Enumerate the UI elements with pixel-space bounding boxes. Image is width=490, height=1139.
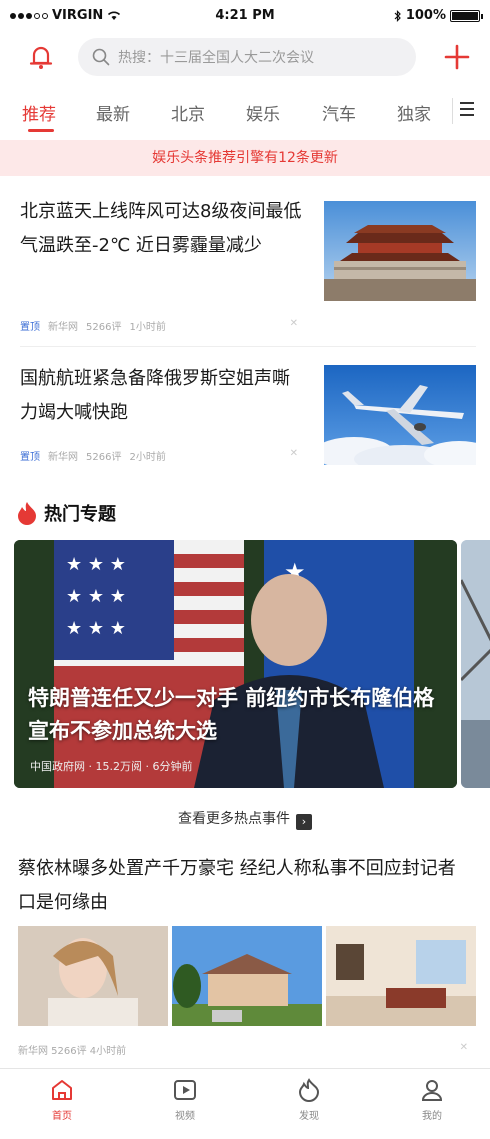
nav-discover[interactable]: 发现 bbox=[279, 1077, 339, 1122]
hot-topics-header: 热门专题 bbox=[16, 500, 116, 526]
news-photo bbox=[18, 926, 168, 1026]
search-icon bbox=[92, 48, 110, 66]
news-tag: 置顶 bbox=[20, 452, 40, 463]
news-item[interactable]: 国航航班紧急备降俄罗斯空姐声嘶力竭大喊快跑 置顶 新华网 5266评 2小时前 … bbox=[0, 360, 490, 480]
news-time: 2小时前 bbox=[129, 452, 166, 463]
tab-latest[interactable]: 最新 bbox=[96, 100, 130, 125]
hot-topic-title[interactable]: 特朗普连任又少一对手 前纽约市长布隆伯格宣布不参加总统大选 bbox=[28, 682, 448, 748]
hot-topic-card-next[interactable] bbox=[461, 540, 490, 788]
more-hot-events-link[interactable]: 查看更多热点事件 › bbox=[0, 808, 490, 830]
svg-text:★ ★ ★: ★ ★ ★ bbox=[66, 554, 126, 575]
news-photo bbox=[172, 926, 322, 1026]
news-source: 新华网 bbox=[48, 452, 78, 463]
news-meta: 新华网 5266评 4小时前 bbox=[18, 1046, 127, 1057]
nav-video[interactable]: 视频 bbox=[155, 1077, 215, 1122]
news-comments: 5266评 bbox=[86, 322, 122, 333]
profile-icon bbox=[421, 1080, 443, 1101]
battery-icon bbox=[450, 9, 483, 22]
top-header: 热搜：十三届全国人大二次会议 bbox=[0, 36, 490, 80]
tab-entertainment[interactable]: 娱乐 bbox=[246, 100, 280, 125]
divider bbox=[20, 346, 476, 347]
dismiss-icon[interactable]: ✕ bbox=[290, 448, 298, 459]
news-title[interactable]: 蔡依林曝多处置产千万豪宅 经纪人称私事不回应封记者口是何缘由 bbox=[18, 852, 473, 920]
bell-icon[interactable] bbox=[26, 42, 56, 72]
search-placeholder: 热搜：十三届全国人大二次会议 bbox=[118, 50, 314, 66]
tab-auto[interactable]: 汽车 bbox=[322, 100, 356, 125]
news-photo bbox=[326, 926, 476, 1026]
dismiss-icon[interactable]: ✕ bbox=[290, 318, 298, 329]
tab-recommend[interactable]: 推荐 bbox=[22, 100, 56, 125]
news-meta: 置顶 新华网 5266评 1小时前 bbox=[20, 318, 166, 333]
channel-tabs: 推荐 最新 北京 娱乐 汽车 独家 bbox=[0, 92, 490, 134]
battery-area: 100% bbox=[394, 8, 483, 23]
nav-profile[interactable]: 我的 bbox=[402, 1077, 462, 1122]
news-source: 新华网 bbox=[48, 322, 78, 333]
search-bar[interactable]: 热搜：十三届全国人大二次会议 bbox=[78, 38, 416, 76]
nav-discover-label: 发现 bbox=[299, 1111, 319, 1122]
more-hot-events-label: 查看更多热点事件 bbox=[178, 811, 290, 827]
news-thumbnail bbox=[324, 201, 476, 301]
nav-profile-label: 我的 bbox=[422, 1111, 442, 1122]
nav-home-label: 首页 bbox=[52, 1111, 72, 1122]
battery-percent: 100% bbox=[405, 8, 446, 23]
arrow-right-icon: › bbox=[296, 814, 312, 830]
news-item[interactable]: 北京蓝天上线阵风可达8级夜间最低气温跌至-2℃ 近日雾霾量减少 置顶 新华网 5… bbox=[0, 195, 490, 345]
hot-topic-meta: 中国政府网 · 15.2万阅 · 6分钟前 bbox=[30, 760, 193, 773]
news-photo-strip bbox=[18, 926, 476, 1026]
tab-beijing[interactable]: 北京 bbox=[171, 100, 205, 125]
hot-topic-card[interactable]: ★ ★ ★ ★ ★ ★ ★ ★ ★ ★ 特朗普连任又少一对手 前纽约市长布隆伯格… bbox=[14, 540, 457, 788]
news-comments: 5266评 bbox=[86, 452, 122, 463]
bluetooth-icon bbox=[394, 9, 401, 22]
news-title[interactable]: 国航航班紧急备降俄罗斯空姐声嘶力竭大喊快跑 bbox=[20, 362, 305, 430]
dismiss-icon[interactable]: ✕ bbox=[460, 1042, 468, 1053]
nav-video-label: 视频 bbox=[175, 1111, 195, 1122]
status-bar: VIRGIN 4:21 PM 100% bbox=[0, 0, 490, 32]
news-time: 1小时前 bbox=[129, 322, 166, 333]
active-tab-indicator bbox=[28, 129, 54, 132]
svg-text:★ ★ ★: ★ ★ ★ bbox=[66, 586, 126, 607]
home-icon bbox=[52, 1080, 72, 1100]
news-meta: 置顶 新华网 5266评 2小时前 bbox=[20, 448, 166, 463]
plus-icon[interactable] bbox=[442, 42, 472, 72]
tab-exclusive[interactable]: 独家 bbox=[397, 100, 431, 125]
discover-icon bbox=[298, 1078, 320, 1102]
news-thumbnail bbox=[324, 365, 476, 465]
hot-topics-title: 热门专题 bbox=[44, 504, 116, 525]
nav-home[interactable]: 首页 bbox=[32, 1077, 92, 1122]
bottom-nav: 首页 视频 发现 我的 bbox=[0, 1068, 490, 1139]
flame-icon bbox=[18, 502, 36, 525]
news-title[interactable]: 北京蓝天上线阵风可达8级夜间最低气温跌至-2℃ 近日雾霾量减少 bbox=[20, 195, 305, 263]
update-banner[interactable]: 娱乐头条推荐引擎有12条更新 bbox=[0, 140, 490, 176]
tabs-menu-icon[interactable] bbox=[452, 98, 474, 124]
video-icon bbox=[174, 1080, 196, 1100]
hot-topic-image: ★ ★ ★ ★ ★ ★ ★ ★ ★ ★ bbox=[14, 540, 457, 788]
news-tag: 置顶 bbox=[20, 322, 40, 333]
svg-text:★ ★ ★: ★ ★ ★ bbox=[66, 618, 126, 639]
